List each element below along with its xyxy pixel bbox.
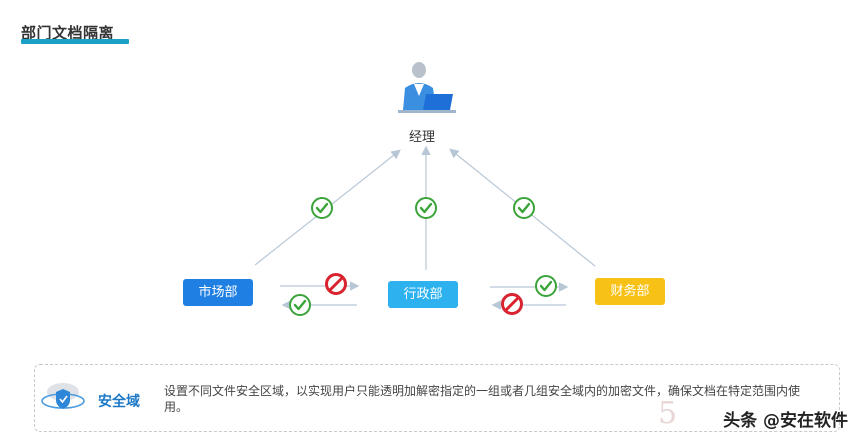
check-circle-icon — [415, 197, 437, 219]
prohibited-icon — [325, 273, 347, 295]
check-circle-icon — [513, 197, 535, 219]
dept-finance: 财务部 — [595, 278, 665, 305]
security-domain-title: 安全域 — [98, 394, 140, 410]
security-domain-description: 设置不同文件安全区域，以实现用户只能透明加解密指定的一组或者几组安全域内的加密文… — [164, 384, 801, 414]
security-domain-panel: 安全域 设置不同文件安全区域，以实现用户只能透明加解密指定的一组或者几组安全域内… — [34, 364, 840, 432]
check-circle-icon — [289, 294, 311, 316]
source-credit: 头条 @安在软件 — [723, 411, 848, 431]
watermark-text: 5 — [658, 396, 684, 431]
manager-at-laptop-icon — [398, 62, 456, 113]
check-circle-icon — [535, 275, 557, 297]
dept-market: 市场部 — [183, 279, 253, 306]
dept-admin: 行政部 — [388, 281, 458, 308]
prohibited-icon — [501, 293, 523, 315]
manager-label: 经理 — [409, 130, 436, 145]
check-circle-icon — [311, 197, 333, 219]
